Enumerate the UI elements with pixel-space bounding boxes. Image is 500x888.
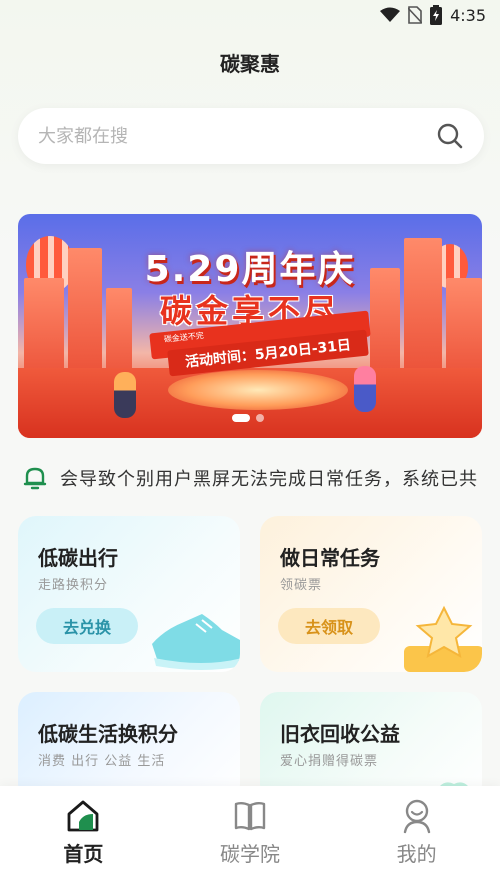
card-subtitle: 爱心捐赠得碳票 [280, 754, 379, 769]
search-input[interactable] [38, 125, 436, 147]
tab-home[interactable]: 首页 [23, 798, 143, 867]
tab-profile[interactable]: 我的 [357, 798, 477, 867]
profile-icon [403, 799, 430, 834]
card-daily-tasks[interactable]: 做日常任务 领碳票 去领取 [260, 516, 482, 672]
stage-illustration [168, 370, 348, 410]
card-subtitle: 走路换积分 [38, 578, 109, 593]
card-low-carbon-travel[interactable]: 低碳出行 走路换积分 去兑换 [18, 516, 240, 672]
claim-button[interactable]: 去领取 [278, 608, 380, 644]
runner-illustration [354, 366, 376, 412]
carousel-indicator [232, 414, 264, 422]
bell-icon [23, 467, 47, 490]
book-icon [234, 802, 266, 831]
tab-label: 我的 [396, 842, 437, 866]
promo-banner[interactable]: 5.29周年庆 碳金享不尽 碳金送不完 活动时间：5月20日-31日 [18, 214, 482, 438]
card-subtitle: 消费 出行 公益 生活 [38, 754, 166, 769]
tab-academy[interactable]: 碳学院 [190, 798, 310, 867]
sneaker-icon [152, 614, 240, 670]
exchange-button[interactable]: 去兑换 [36, 608, 138, 644]
star-badge-icon [404, 605, 482, 672]
carousel-dot-active[interactable] [232, 414, 250, 422]
wifi-icon [380, 7, 401, 23]
notice-bar[interactable]: 会导致个别用户黑屏无法完成日常任务，系统已共 [22, 458, 482, 498]
search-bar[interactable] [18, 108, 484, 164]
tab-label: 碳学院 [219, 842, 280, 866]
home-icon [67, 800, 99, 832]
card-subtitle: 领碳票 [280, 578, 323, 593]
banner-headline: 5.29周年庆 [144, 249, 356, 290]
bottom-tab-bar: 首页 碳学院 我的 [0, 786, 500, 888]
card-title: 低碳出行 [38, 546, 118, 570]
notice-text: 会导致个别用户黑屏无法完成日常任务，系统已共 [60, 469, 478, 490]
page-title: 碳聚惠 [220, 52, 280, 76]
battery-icon [430, 5, 443, 25]
status-bar: 4:35 [0, 0, 500, 30]
search-icon[interactable] [436, 122, 464, 150]
card-title: 做日常任务 [280, 546, 380, 570]
status-time: 4:35 [450, 5, 486, 25]
tab-label: 首页 [63, 842, 104, 866]
runner-illustration [114, 372, 136, 418]
card-title: 低碳生活换积分 [38, 722, 178, 746]
card-title: 旧衣回收公益 [280, 722, 400, 746]
no-sim-icon [408, 6, 423, 24]
carousel-dot[interactable] [256, 414, 264, 422]
